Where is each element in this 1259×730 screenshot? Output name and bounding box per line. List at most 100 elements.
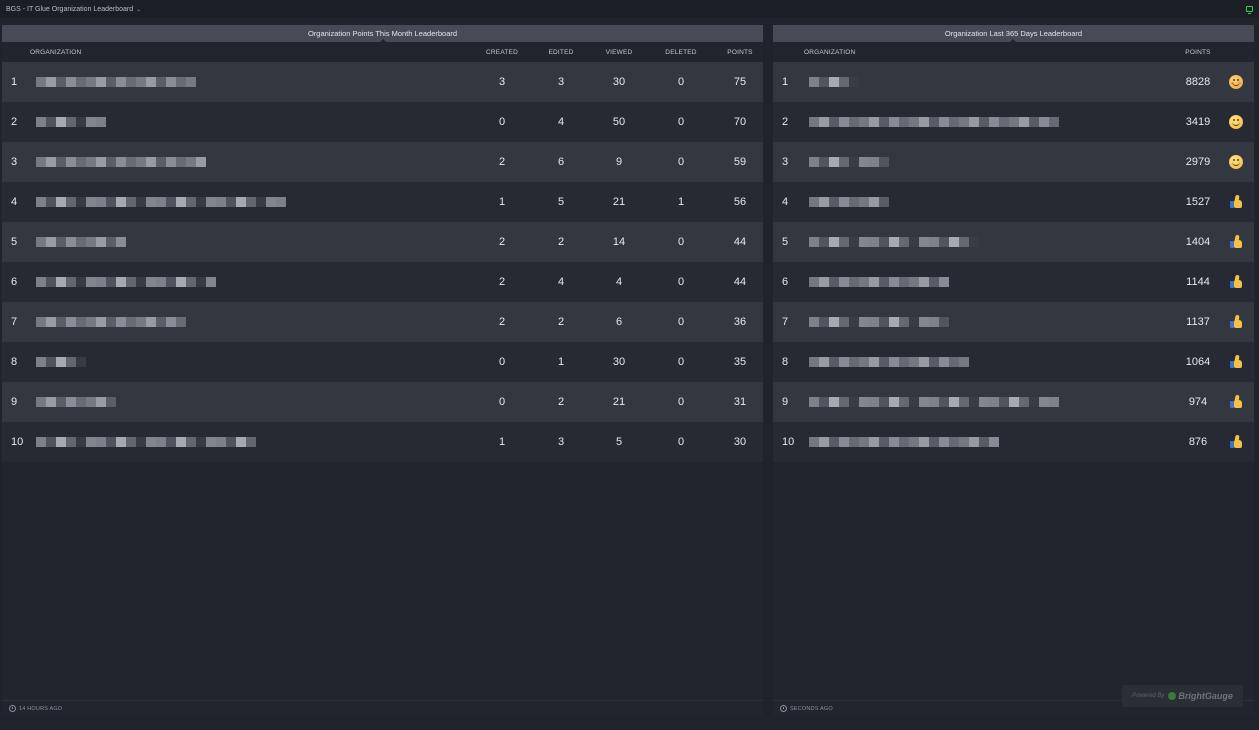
deleted-cell: 0 [677,156,685,168]
redacted-organization-name [809,77,859,87]
redacted-organization-name [36,157,206,167]
deleted-cell: 0 [677,76,685,88]
dashboard-title: BGS - IT Glue Organization Leaderboard [6,5,134,13]
table-row: 3 2 6 9 0 59 [2,142,763,182]
rank-cell: 5 [11,236,18,248]
deleted-cell: 0 [677,436,685,448]
smile-blush-emoji-icon [1229,75,1243,89]
organization-cell [30,357,475,367]
redacted-organization-name [36,397,116,407]
panel-notch [1010,39,1016,42]
viewed-cell: 14 [612,236,626,248]
organization-cell [804,117,1178,127]
organization-cell [804,317,1178,327]
top-bar: BGS - IT Glue Organization Leaderboard ⌄ [0,0,1259,18]
clock-icon [780,705,787,712]
redacted-organization-name [809,357,969,367]
status-icon-cell [1218,234,1254,249]
edited-cell: 4 [557,116,565,128]
table-row: 8 0 1 30 0 35 [2,342,763,382]
redacted-organization-name [36,237,126,247]
points-cell: 876 [1188,436,1208,448]
viewed-cell: 5 [615,436,623,448]
smile-emoji-icon [1229,155,1243,169]
redacted-organization-name [36,317,186,327]
monitor-icon[interactable] [1246,6,1253,14]
panel-title: Organization Last 365 Days Leaderboard [773,25,1254,42]
panel-footer: 14 HOURS AGO [2,700,763,716]
organization-cell [30,437,475,447]
table-row: 2 3419 [773,102,1254,142]
table-row: 4 1527 [773,182,1254,222]
powered-by-badge[interactable]: Powered By BrightGauge [1122,685,1243,707]
rank-cell: 10 [11,436,24,448]
redacted-organization-name [36,197,286,207]
rank-cell: 8 [11,356,18,368]
points-cell: 36 [733,316,747,328]
rank-cell: 1 [782,76,789,88]
thumbs-up-icon [1229,434,1243,449]
status-icon-cell [1218,115,1254,129]
year-leaderboard-panel: Organization Last 365 Days Leaderboard O… [773,25,1254,716]
table-row: 1 8828 [773,62,1254,102]
clock-icon [9,705,16,712]
thumbs-up-icon [1229,194,1243,209]
edited-cell: 3 [557,436,565,448]
col-organization: ORGANIZATION [30,48,82,56]
viewed-cell: 30 [612,76,626,88]
table-row: 7 1137 [773,302,1254,342]
redacted-organization-name [36,437,256,447]
organization-cell [30,317,475,327]
status-icon-cell [1218,394,1254,409]
points-cell: 2979 [1185,156,1211,168]
points-cell: 35 [733,356,747,368]
edited-cell: 6 [557,156,565,168]
thumbs-up-icon [1229,234,1243,249]
last-updated: SECONDS AGO [790,705,833,712]
rank-cell: 8 [782,356,789,368]
rank-cell: 6 [782,276,789,288]
dashboard-selector[interactable]: BGS - IT Glue Organization Leaderboard ⌄ [6,6,141,13]
table-row: 4 1 5 21 1 56 [2,182,763,222]
created-cell: 0 [498,396,506,408]
powered-by-label: Powered By [1132,693,1165,699]
viewed-cell: 6 [615,316,623,328]
col-organization: ORGANIZATION [804,48,856,56]
edited-cell: 5 [557,196,565,208]
rank-cell: 9 [782,396,789,408]
deleted-cell: 1 [677,196,685,208]
col-edited: EDITED [548,48,574,56]
table-row: 3 2979 [773,142,1254,182]
last-updated: 14 HOURS AGO [19,705,63,712]
redacted-organization-name [809,197,889,207]
created-cell: 1 [498,436,506,448]
points-cell: 56 [733,196,747,208]
created-cell: 0 [498,116,506,128]
redacted-organization-name [809,397,1059,407]
viewed-cell: 4 [615,276,623,288]
table-row: 2 0 4 50 0 70 [2,102,763,142]
points-cell: 1064 [1185,356,1211,368]
deleted-cell: 0 [677,236,685,248]
deleted-cell: 0 [677,276,685,288]
table-row: 1 3 3 30 0 75 [2,62,763,102]
deleted-cell: 0 [677,356,685,368]
rank-cell: 7 [782,316,789,328]
chevron-down-icon: ⌄ [136,6,142,13]
viewed-cell: 9 [615,156,623,168]
edited-cell: 2 [557,236,565,248]
redacted-organization-name [809,317,949,327]
col-deleted: DELETED [665,48,697,56]
organization-cell [30,77,475,87]
thumbs-up-icon [1229,314,1243,329]
deleted-cell: 0 [677,316,685,328]
viewed-cell: 21 [612,396,626,408]
edited-cell: 2 [557,396,565,408]
edited-cell: 4 [557,276,565,288]
organization-cell [30,157,475,167]
edited-cell: 1 [557,356,565,368]
status-icon-cell [1218,314,1254,329]
created-cell: 2 [498,276,506,288]
redacted-organization-name [36,277,216,287]
table-row: 9 974 [773,382,1254,422]
